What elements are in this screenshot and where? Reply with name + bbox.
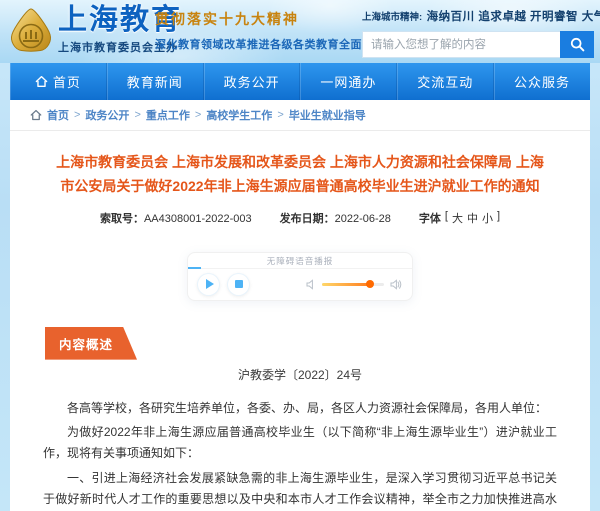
volume-low-icon: [306, 279, 316, 290]
search-input[interactable]: [362, 31, 560, 58]
index-value: AA4308001-2022-003: [144, 213, 252, 225]
search-bar: [362, 31, 594, 58]
nav-item-public-service[interactable]: 公众服务: [494, 63, 590, 100]
index-label: 索取号：: [100, 213, 144, 225]
play-icon: [206, 279, 214, 289]
article-body: 各高等学校，各研究生培养单位，各委、办、局，各区人力资源社会保障局，各用人单位：…: [10, 383, 590, 511]
paragraph: 各高等学校，各研究生培养单位，各委、办、局，各区人力资源社会保障局，各用人单位：: [43, 398, 557, 419]
content-wrapper: 首页 教育新闻 政务公开 一网通办 交流互动 公众服务: [10, 63, 590, 511]
bracket-close: ]: [497, 210, 500, 226]
bracket-open: [: [445, 210, 448, 226]
paragraph: 为做好2022年非上海生源应届普通高校毕业生（以下简称“非上海生源毕业生”）进沪…: [43, 422, 557, 465]
city-spirit-label: 上海城市精神:: [362, 12, 422, 23]
meta-date: 发布日期：2022-06-28: [280, 210, 391, 226]
breadcrumb-separator: >: [74, 109, 80, 121]
nav-item-label: 一网通办: [320, 72, 376, 91]
volume-slider[interactable]: [322, 283, 384, 286]
date-label: 发布日期：: [280, 213, 335, 225]
font-size-medium-button[interactable]: 中: [467, 210, 478, 226]
article-panel: 首页 > 政务公开 > 重点工作 > 高校学生工作 > 毕业生就业指导 上海市教…: [10, 100, 590, 511]
nav-item-gov-affairs[interactable]: 政务公开: [204, 63, 301, 100]
nav-item-label: 公众服务: [514, 72, 570, 91]
paragraph: 一、引进上海经济社会发展紧缺急需的非上海生源毕业生，是深入学习贯彻习近平总书记关…: [43, 468, 557, 511]
article-title: 上海市教育委员会 上海市发展和改革委员会 上海市人力资源和社会保障局 上海市公安…: [54, 151, 546, 199]
volume-handle[interactable]: [366, 280, 374, 288]
nav-item-label: 交流互动: [417, 72, 473, 91]
nav-item-label: 首页: [53, 72, 81, 91]
home-icon: [35, 75, 48, 88]
breadcrumb-item-home[interactable]: 首页: [47, 107, 69, 123]
article-meta: 索取号：AA4308001-2022-003 发布日期：2022-06-28 字…: [10, 210, 590, 226]
audio-player-controls: [188, 269, 412, 300]
city-spirit-line: 上海城市精神: 海纳百川 追求卓越 开明睿智 大气谦和: [362, 7, 594, 25]
volume-high-icon: [390, 279, 402, 290]
breadcrumb-item-student-work[interactable]: 高校学生工作: [206, 107, 272, 123]
search-button[interactable]: [560, 31, 594, 58]
document-number: 沪教委学〔2022〕24号: [10, 366, 590, 383]
breadcrumb-item-employment-guidance[interactable]: 毕业生就业指导: [289, 107, 366, 123]
font-size-large-button[interactable]: 大: [452, 210, 463, 226]
meta-index: 索取号：AA4308001-2022-003: [100, 210, 252, 226]
breadcrumb-item-gov-affairs[interactable]: 政务公开: [85, 107, 129, 123]
page: 上海教育 上海市教育委员会主办 贯彻落实十九大精神 深化教育领域改革推进各级各类…: [0, 0, 600, 511]
main-nav: 首页 教育新闻 政务公开 一网通办 交流互动 公众服务: [10, 63, 590, 100]
nav-item-home[interactable]: 首页: [10, 63, 107, 100]
font-size-control: 字体 [ 大 中 小 ]: [419, 210, 500, 226]
stop-button[interactable]: [228, 274, 249, 295]
search-icon: [570, 37, 585, 52]
breadcrumb-separator: >: [277, 109, 283, 121]
breadcrumb-separator: >: [134, 109, 140, 121]
font-size-label: 字体: [419, 210, 441, 226]
volume-control: [306, 279, 402, 290]
audio-player: 无障碍语音播报: [187, 252, 413, 301]
date-value: 2022-06-28: [335, 213, 391, 225]
content-summary-badge: 内容概述: [45, 327, 137, 360]
breadcrumb-item-key-work[interactable]: 重点工作: [146, 107, 190, 123]
nav-item-one-stop[interactable]: 一网通办: [300, 63, 397, 100]
audio-player-title: 无障碍语音播报: [188, 253, 412, 269]
header-right-column: 上海城市精神: 海纳百川 追求卓越 开明睿智 大气谦和: [362, 7, 594, 58]
site-header: 上海教育 上海市教育委员会主办 贯彻落实十九大精神 深化教育领域改革推进各级各类…: [0, 0, 600, 63]
breadcrumb: 首页 > 政务公开 > 重点工作 > 高校学生工作 > 毕业生就业指导: [10, 100, 590, 131]
volume-fill: [322, 283, 370, 286]
city-spirit-value: 海纳百川 追求卓越 开明睿智 大气谦和: [427, 11, 600, 23]
nav-item-news[interactable]: 教育新闻: [107, 63, 204, 100]
stop-icon: [235, 280, 243, 288]
nav-item-label: 教育新闻: [127, 72, 183, 91]
site-logo-icon: [7, 7, 55, 55]
font-size-small-button[interactable]: 小: [482, 210, 493, 226]
play-button[interactable]: [198, 274, 219, 295]
nav-item-label: 政务公开: [224, 72, 280, 91]
nav-item-interaction[interactable]: 交流互动: [397, 63, 494, 100]
home-icon: [30, 109, 42, 121]
breadcrumb-separator: >: [195, 109, 201, 121]
